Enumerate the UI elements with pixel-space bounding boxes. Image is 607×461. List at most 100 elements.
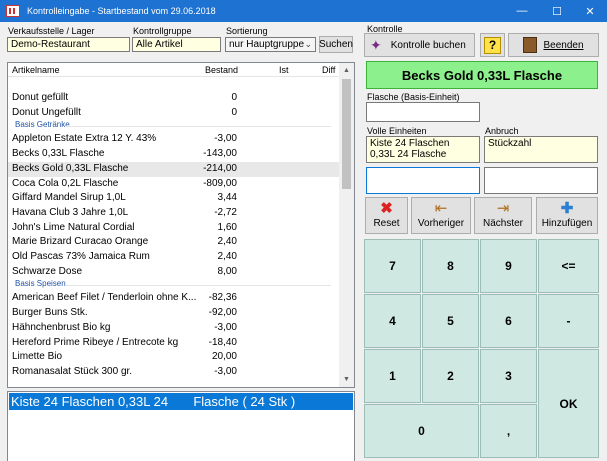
minimize-button[interactable]: — [505,0,539,22]
item-bestand: 2,40 [217,251,237,262]
close-button[interactable]: ✕ [573,0,607,22]
list-header: Artikelname Bestand Ist Diff [8,63,341,77]
product-name-display: Becks Gold 0,33L Flasche [366,61,598,89]
item-name: Coca Cola 0,2L Flasche [12,177,119,189]
sortierung-value: nur Hauptgruppe [229,39,305,50]
vorheriger-button[interactable]: ⇤ Vorheriger [411,197,471,234]
verkaufsstelle-field[interactable]: Demo-Restaurant [7,37,130,52]
kontrollgruppe-field[interactable]: Alle Artikel [132,37,221,52]
vorheriger-label: Vorheriger [417,218,465,229]
list-item[interactable]: Donut gefüllt 0 [8,91,341,106]
verkaufsstelle-label: Verkaufsstelle / Lager [8,26,95,36]
key-5[interactable]: 5 [422,294,479,348]
reset-button[interactable]: ✖ Reset [365,197,408,234]
item-name: Donut gefüllt [12,92,69,103]
next-icon: ⇥ [496,200,510,217]
sortierung-select[interactable]: nur Hauptgruppe ⌄ [225,37,316,52]
key-minus[interactable]: - [538,294,599,348]
unit-detail-list[interactable]: Kiste 24 Flaschen 0,33L 24 Flasche ( 24 … [7,391,355,461]
item-name: Romanasalat Stück 300 gr. [12,365,133,377]
plus-icon: ✚ [560,200,574,217]
list-group-header: Basis Getränke [8,119,341,131]
selected-unit-row[interactable]: Kiste 24 Flaschen 0,33L 24 Flasche ( 24 … [9,393,353,410]
list-item[interactable]: Hereford Prime Ribeye / Entrecote kg -18,… [8,336,341,351]
list-item[interactable]: John's Lime Natural Cordial 1,60 [8,221,341,236]
key-2[interactable]: 2 [422,349,479,403]
col-ist[interactable]: Ist [279,65,289,75]
list-item[interactable]: Burger Buns Stk. -92,00 [8,306,341,321]
list-item[interactable]: Old Pascas 73% Jamaica Rum 2,40 [8,250,341,265]
key-9[interactable]: 9 [480,239,537,293]
col-diff[interactable]: Diff [322,65,335,75]
sortierung-label: Sortierung [226,26,268,36]
list-item[interactable]: Hähnchenbrust Bio kg -3,00 [8,321,341,336]
item-bestand: 20,00 [211,351,237,363]
wand-icon: ✦ [370,36,382,53]
key-0[interactable]: 0 [364,404,479,458]
item-bestand: -143,00 [203,148,237,160]
hinzufuegen-button[interactable]: ✚ Hinzufügen [536,197,598,234]
item-name: Becks Gold 0,33L Flasche [12,162,129,174]
kontrolle-buchen-button[interactable]: ✦ Kontrolle buchen [364,33,475,57]
naechster-button[interactable]: ⇥ Nächster [474,197,532,234]
item-bestand: 1,60 [217,221,237,233]
item-bestand: -2,72 [214,206,237,218]
key-backspace[interactable]: <= [538,239,599,293]
list-item[interactable]: Limette Bio 20,00 [8,350,341,365]
list-item[interactable]: Romanasalat Stück 300 gr. -3,00 [8,365,341,380]
item-name: Hähnchenbrust Bio kg [12,321,111,333]
item-bestand: -18,40 [208,336,237,348]
item-name: Old Pascas 73% Jamaica Rum [12,251,150,262]
list-scrollbar[interactable]: ▲ ▼ [339,63,354,387]
item-name: American Beef Filet / Tenderloin ohne K.… [12,292,197,304]
item-bestand: -92,00 [208,307,237,319]
key-6[interactable]: 6 [480,294,537,348]
anbruch-input[interactable] [484,167,598,194]
item-bestand: -214,00 [203,162,237,174]
item-bestand: 3,44 [217,192,237,204]
list-item[interactable]: Marie Brizard Curacao Orange 2,40 [8,235,341,250]
key-1[interactable]: 1 [364,349,421,403]
key-7[interactable]: 7 [364,239,421,293]
scroll-up-icon[interactable]: ▲ [339,63,354,78]
anbruch-label: Anbruch [485,126,519,136]
key-4[interactable]: 4 [364,294,421,348]
hinzufuegen-label: Hinzufügen [541,218,593,229]
help-button[interactable]: ? [480,33,505,57]
naechster-label: Nächster [482,218,523,229]
item-bestand: -809,00 [203,177,237,189]
col-bestand[interactable]: Bestand [205,65,238,75]
list-item[interactable]: Havana Club 3 Jahre 1,0L -2,72 [8,206,341,221]
key-8[interactable]: 8 [422,239,479,293]
anbruch-field: Stückzahl [484,136,598,163]
reset-label: Reset [373,218,400,229]
volle-einheiten-input[interactable] [366,167,480,194]
suchen-button[interactable]: Suchen [319,36,353,53]
kontrollgruppe-label: Kontrollgruppe [133,26,192,36]
list-item[interactable]: Coca Cola 0,2L Flasche -809,00 [8,177,341,192]
list-item[interactable]: American Beef Filet / Tenderloin ohne K.… [8,291,341,306]
key-ok[interactable]: OK [538,349,599,458]
scroll-thumb[interactable] [342,79,351,189]
item-bestand: 0 [231,92,237,103]
key-comma[interactable]: , [480,404,537,458]
scroll-down-icon[interactable]: ▼ [339,372,354,387]
item-name: Burger Buns Stk. [12,307,88,319]
beenden-button[interactable]: Beenden [508,33,599,57]
group-label: Basis Getränke [15,120,70,130]
flasche-input[interactable] [366,102,480,122]
red-x-icon: ✖ [380,200,393,217]
key-3[interactable]: 3 [480,349,537,403]
list-item[interactable]: Becks Gold 0,33L Flasche -214,00 [8,161,341,177]
list-group-header: Basis Speisen [8,278,341,290]
list-item[interactable]: Becks 0,33L Flasche -143,00 [8,147,341,162]
exit-door-icon [523,37,538,53]
group-label: Basis Speisen [15,279,66,289]
article-list[interactable]: Artikelname Bestand Ist Diff Donut gefül… [7,62,355,388]
list-item[interactable]: Appleton Estate Extra 12 Y. 43% -3,00 [8,132,341,147]
item-name: Donut Ungefüllt [12,106,81,118]
maximize-button[interactable]: ☐ [540,0,574,22]
register-icon [6,5,20,17]
col-artikelname[interactable]: Artikelname [12,65,60,75]
list-item[interactable]: Giffard Mandel Sirup 1,0L 3,44 [8,191,341,206]
